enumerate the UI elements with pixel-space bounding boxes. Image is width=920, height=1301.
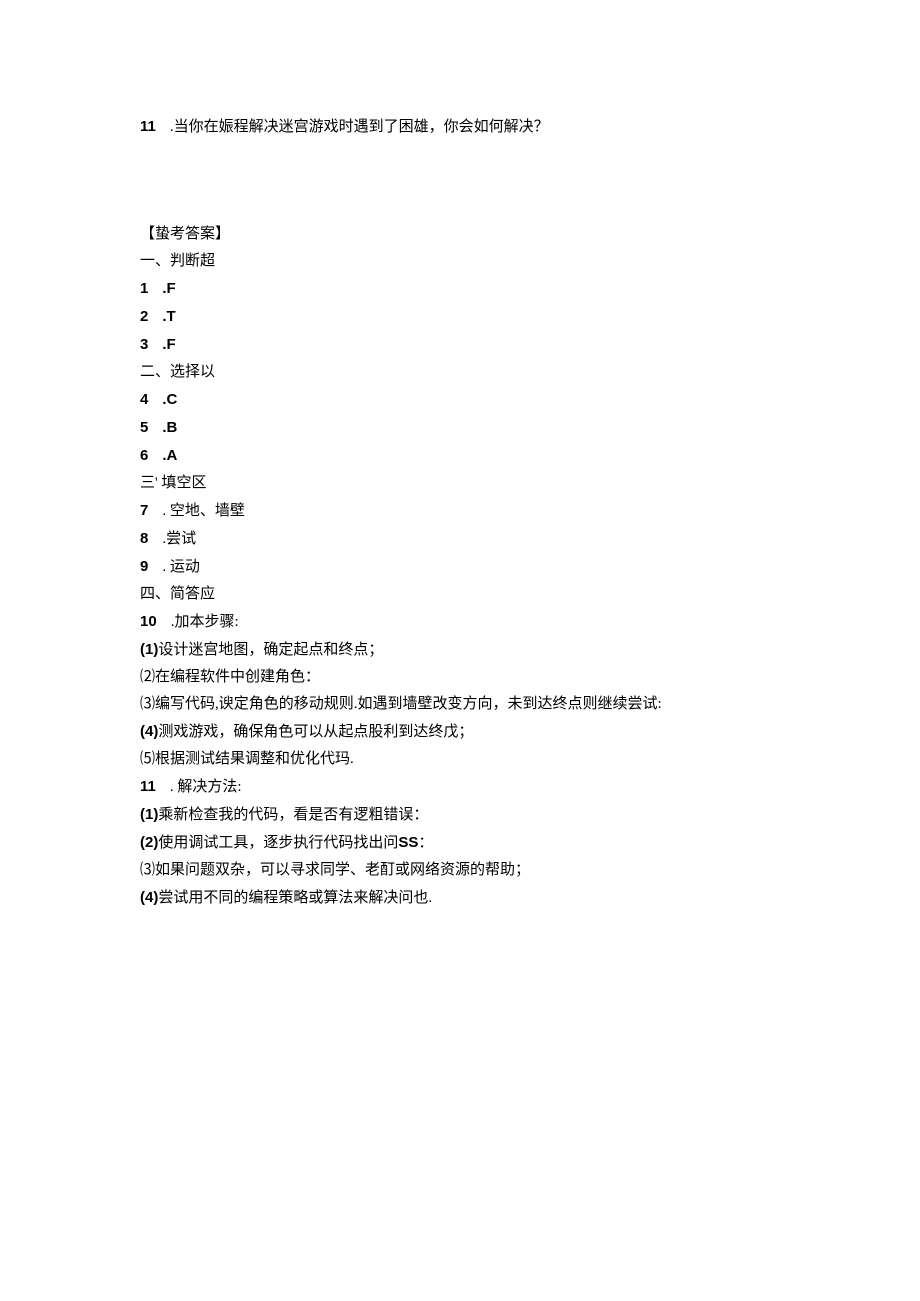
step-num: ⑵ bbox=[140, 669, 155, 685]
item-val: .B bbox=[162, 419, 177, 436]
item-num: 11 bbox=[140, 773, 156, 800]
item-num: 8 bbox=[140, 525, 148, 552]
item-num: 10 bbox=[140, 608, 157, 635]
section2-title: 二、选择以 bbox=[140, 359, 785, 386]
q10-step: ⑶编写代码,谀定角色的移动规则.如遇到墙壁改变方向，未到达终点则继续尝试: bbox=[140, 691, 785, 718]
answer-item: 8 .尝试 bbox=[140, 525, 785, 553]
q10-step: ⑸根据测试结果调整和优化代玛. bbox=[140, 746, 785, 773]
answer-item: 5 .B bbox=[140, 414, 785, 442]
item-val: .F bbox=[162, 336, 175, 353]
item-val: .C bbox=[162, 391, 177, 408]
section3-title: 三' 填空区 bbox=[140, 470, 785, 497]
step-text: 乘新检查我的代码，看是否有逻粗错误： bbox=[158, 807, 428, 823]
spacer bbox=[140, 141, 785, 221]
step-tail: SS bbox=[398, 834, 418, 851]
answer-header: 【蛰考答案】 bbox=[140, 221, 785, 248]
item-num: 1 bbox=[140, 275, 148, 302]
q10-step: ⑵在编程软件中创建角色： bbox=[140, 664, 785, 691]
item-val: .加本步骤: bbox=[171, 614, 239, 630]
step-text: 尝试用不同的编程策略或算法来解决问也. bbox=[158, 890, 432, 906]
step-text: 设计迷宫地图，确定起点和终点； bbox=[158, 642, 383, 658]
step-text: 根据测试结果调整和优化代玛. bbox=[155, 751, 354, 767]
item-val: . 空地、墙壁 bbox=[162, 503, 245, 519]
q11-step: (1)乘新检查我的代码，看是否有逻粗错误： bbox=[140, 801, 785, 829]
q11-step: ⑶如果问题双杂，可以寻求同学、老酊或网络资源的帮助； bbox=[140, 857, 785, 884]
step-num: ⑶ bbox=[140, 862, 155, 878]
step-num: (4) bbox=[140, 889, 158, 906]
item-num: 2 bbox=[140, 303, 148, 330]
step-num: ⑶ bbox=[140, 696, 155, 712]
step-text: 在编程软件中创建角色： bbox=[155, 669, 320, 685]
answer-item: 3 .F bbox=[140, 331, 785, 359]
section1-title: 一、判断超 bbox=[140, 248, 785, 275]
item-val: . 运动 bbox=[162, 559, 200, 575]
item-num: 7 bbox=[140, 497, 148, 524]
q10-header: 10 .加本步骤: bbox=[140, 608, 785, 636]
q11-step: (4)尝试用不同的编程策略或算法来解决问也. bbox=[140, 884, 785, 912]
step-num: (1) bbox=[140, 806, 158, 823]
step-suffix: ： bbox=[418, 835, 433, 851]
item-num: 4 bbox=[140, 386, 148, 413]
step-text: 测戏游戏，确保角色可以从起点股利到达终戊； bbox=[158, 724, 473, 740]
item-val: . 解决方法: bbox=[170, 779, 242, 795]
item-num: 3 bbox=[140, 331, 148, 358]
step-num: (1) bbox=[140, 641, 158, 658]
q11-step: (2)使用调试工具，逐步执行代码找出问SS： bbox=[140, 829, 785, 857]
q11-answer-header: 11 . 解决方法: bbox=[140, 773, 785, 801]
answer-item: 2 .T bbox=[140, 303, 785, 331]
question-11: 11 .当你在娠程解决迷宫游戏时遇到了困雄，你会如何解决？ bbox=[140, 113, 785, 141]
q10-step: (1)设计迷宫地图，确定起点和终点； bbox=[140, 636, 785, 664]
item-val: .尝试 bbox=[162, 531, 196, 547]
answer-item: 9 . 运动 bbox=[140, 553, 785, 581]
item-val: .F bbox=[162, 280, 175, 297]
step-num: (2) bbox=[140, 834, 158, 851]
step-num: ⑸ bbox=[140, 751, 155, 767]
item-num: 6 bbox=[140, 442, 148, 469]
q11-number: 11 bbox=[140, 113, 156, 140]
step-text: 编写代码,谀定角色的移动规则.如遇到墙壁改变方向，未到达终点则继续尝试: bbox=[155, 696, 662, 712]
answer-item: 4 .C bbox=[140, 386, 785, 414]
item-val: .T bbox=[162, 308, 175, 325]
item-num: 9 bbox=[140, 553, 148, 580]
q10-step: (4)测戏游戏，确保角色可以从起点股利到达终戊； bbox=[140, 718, 785, 746]
item-val: .A bbox=[162, 447, 177, 464]
answer-item: 6 .A bbox=[140, 442, 785, 470]
item-num: 5 bbox=[140, 414, 148, 441]
answer-item: 1 .F bbox=[140, 275, 785, 303]
section4-title: 四、简答应 bbox=[140, 581, 785, 608]
step-num: (4) bbox=[140, 723, 158, 740]
q11-text: .当你在娠程解决迷宫游戏时遇到了困雄，你会如何解决？ bbox=[170, 119, 549, 135]
step-text: 使用调试工具，逐步执行代码找出问 bbox=[158, 835, 398, 851]
answer-item: 7 . 空地、墙壁 bbox=[140, 497, 785, 525]
step-text: 如果问题双杂，可以寻求同学、老酊或网络资源的帮助； bbox=[155, 862, 530, 878]
